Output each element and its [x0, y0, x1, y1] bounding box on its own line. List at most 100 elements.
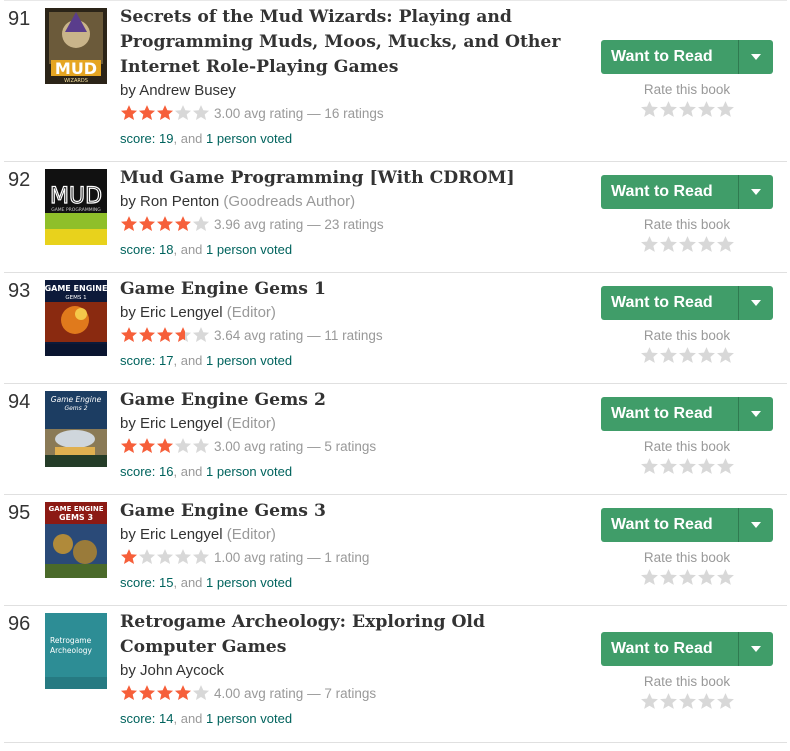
rate-stars[interactable] — [601, 100, 773, 119]
rate-star-icon[interactable] — [678, 346, 697, 365]
rate-star-icon[interactable] — [640, 346, 659, 365]
want-to-read-label[interactable]: Want to Read — [601, 397, 739, 431]
rate-star-icon[interactable] — [697, 457, 716, 476]
shelf-actions: Want to Read Rate this book — [601, 632, 773, 711]
book-cover[interactable]: Game Engine Gems 2 — [45, 391, 107, 467]
voters-link[interactable]: 1 person voted — [206, 575, 292, 590]
rate-star-icon[interactable] — [640, 100, 659, 119]
rate-star-icon[interactable] — [659, 692, 678, 711]
avg-rating-stars — [120, 104, 210, 122]
rate-star-icon[interactable] — [640, 457, 659, 476]
by-label: by — [120, 193, 141, 210]
rate-star-icon[interactable] — [716, 235, 735, 254]
score-line: score: 17, and 1 person voted — [120, 353, 576, 368]
voters-link[interactable]: 1 person voted — [206, 711, 292, 726]
rate-star-icon[interactable] — [716, 457, 735, 476]
mini-rating: 3.64 avg rating — 11 ratings — [214, 327, 383, 343]
rate-star-icon[interactable] — [697, 235, 716, 254]
author-link[interactable]: Eric Lengyel — [140, 526, 223, 543]
score-link[interactable]: score: 19 — [120, 131, 173, 146]
book-title-link[interactable]: Mud Game Programming [With CDROM] — [120, 166, 576, 191]
want-to-read-button[interactable]: Want to Read — [601, 40, 773, 74]
byline: by Eric Lengyel (Editor) — [120, 303, 576, 323]
shelf-dropdown-button[interactable] — [739, 40, 773, 74]
shelf-dropdown-button[interactable] — [739, 632, 773, 666]
rate-star-icon[interactable] — [678, 100, 697, 119]
star-icon — [192, 549, 210, 565]
rate-star-icon[interactable] — [659, 457, 678, 476]
want-to-read-label[interactable]: Want to Read — [601, 508, 739, 542]
book-cover[interactable]: GAME ENGINE GEMS 1 — [45, 280, 107, 356]
book-title-link[interactable]: Game Engine Gems 3 — [120, 499, 576, 524]
book-cover[interactable]: MUD GAME PROGRAMMING — [45, 169, 107, 245]
book-title-link[interactable]: Game Engine Gems 2 — [120, 388, 576, 413]
shelf-actions: Want to Read Rate this book — [601, 397, 773, 476]
rate-star-icon[interactable] — [640, 235, 659, 254]
want-to-read-button[interactable]: Want to Read — [601, 397, 773, 431]
shelf-dropdown-button[interactable] — [739, 508, 773, 542]
want-to-read-button[interactable]: Want to Read — [601, 286, 773, 320]
rate-star-icon[interactable] — [659, 346, 678, 365]
rate-stars[interactable] — [601, 457, 773, 476]
book-title-link[interactable]: Game Engine Gems 1 — [120, 277, 576, 302]
book-cover[interactable]: Retrogame Archeology — [45, 613, 107, 689]
rate-star-icon[interactable] — [659, 235, 678, 254]
voters-link[interactable]: 1 person voted — [206, 131, 292, 146]
rate-star-icon[interactable] — [697, 346, 716, 365]
rate-star-icon[interactable] — [659, 100, 678, 119]
score-link[interactable]: score: 17 — [120, 353, 173, 368]
rate-star-icon[interactable] — [659, 568, 678, 587]
rate-star-icon[interactable] — [697, 692, 716, 711]
book-cover[interactable]: GAME ENGINE GEMS 3 — [45, 502, 107, 578]
rate-star-icon[interactable] — [678, 568, 697, 587]
want-to-read-label[interactable]: Want to Read — [601, 175, 739, 209]
want-to-read-label[interactable]: Want to Read — [601, 40, 739, 74]
want-to-read-label[interactable]: Want to Read — [601, 286, 739, 320]
caret-down-icon — [751, 189, 761, 195]
rate-star-icon[interactable] — [697, 568, 716, 587]
shelf-dropdown-button[interactable] — [739, 286, 773, 320]
want-to-read-button[interactable]: Want to Read — [601, 508, 773, 542]
author-link[interactable]: Ron Penton — [140, 193, 219, 210]
book-info: Game Engine Gems 2 by Eric Lengyel (Edito… — [120, 388, 576, 479]
rate-star-icon[interactable] — [678, 235, 697, 254]
rate-star-icon[interactable] — [678, 692, 697, 711]
author-link[interactable]: John Aycock — [140, 662, 224, 679]
author-link[interactable]: Andrew Busey — [139, 82, 236, 99]
voters-link[interactable]: 1 person voted — [206, 242, 292, 257]
shelf-dropdown-button[interactable] — [739, 175, 773, 209]
score-link[interactable]: score: 18 — [120, 242, 173, 257]
author-link[interactable]: Eric Lengyel — [140, 304, 223, 321]
rate-stars[interactable] — [601, 346, 773, 365]
rate-star-icon[interactable] — [716, 346, 735, 365]
rate-star-icon[interactable] — [716, 568, 735, 587]
score-link[interactable]: score: 15 — [120, 575, 173, 590]
author-link[interactable]: Eric Lengyel — [140, 415, 223, 432]
score-link[interactable]: score: 16 — [120, 464, 173, 479]
rank-number: 96 — [8, 613, 31, 635]
mini-rating: 4.00 avg rating — 7 ratings — [214, 685, 377, 701]
book-title-link[interactable]: Retrogame Archeology: Exploring Old Comp… — [120, 610, 576, 660]
want-to-read-label[interactable]: Want to Read — [601, 632, 739, 666]
rate-stars[interactable] — [601, 235, 773, 254]
rate-star-icon[interactable] — [697, 100, 716, 119]
book-cover[interactable]: MUD WIZARDS — [45, 8, 107, 84]
score-link[interactable]: score: 14 — [120, 711, 173, 726]
star-icon — [156, 105, 174, 121]
book-title-link[interactable]: Secrets of the Mud Wizards: Playing and … — [120, 5, 576, 80]
rate-star-icon[interactable] — [716, 100, 735, 119]
want-to-read-button[interactable]: Want to Read — [601, 175, 773, 209]
voters-link[interactable]: 1 person voted — [206, 464, 292, 479]
rate-star-icon[interactable] — [716, 692, 735, 711]
score-line: score: 14, and 1 person voted — [120, 711, 576, 726]
rate-star-icon[interactable] — [640, 692, 659, 711]
shelf-dropdown-button[interactable] — [739, 397, 773, 431]
rate-stars[interactable] — [601, 692, 773, 711]
rate-this-book-label: Rate this book — [643, 439, 731, 454]
rate-stars[interactable] — [601, 568, 773, 587]
voters-link[interactable]: 1 person voted — [206, 353, 292, 368]
want-to-read-button[interactable]: Want to Read — [601, 632, 773, 666]
book-info: Game Engine Gems 3 by Eric Lengyel (Edito… — [120, 499, 576, 590]
rate-star-icon[interactable] — [678, 457, 697, 476]
rate-star-icon[interactable] — [640, 568, 659, 587]
